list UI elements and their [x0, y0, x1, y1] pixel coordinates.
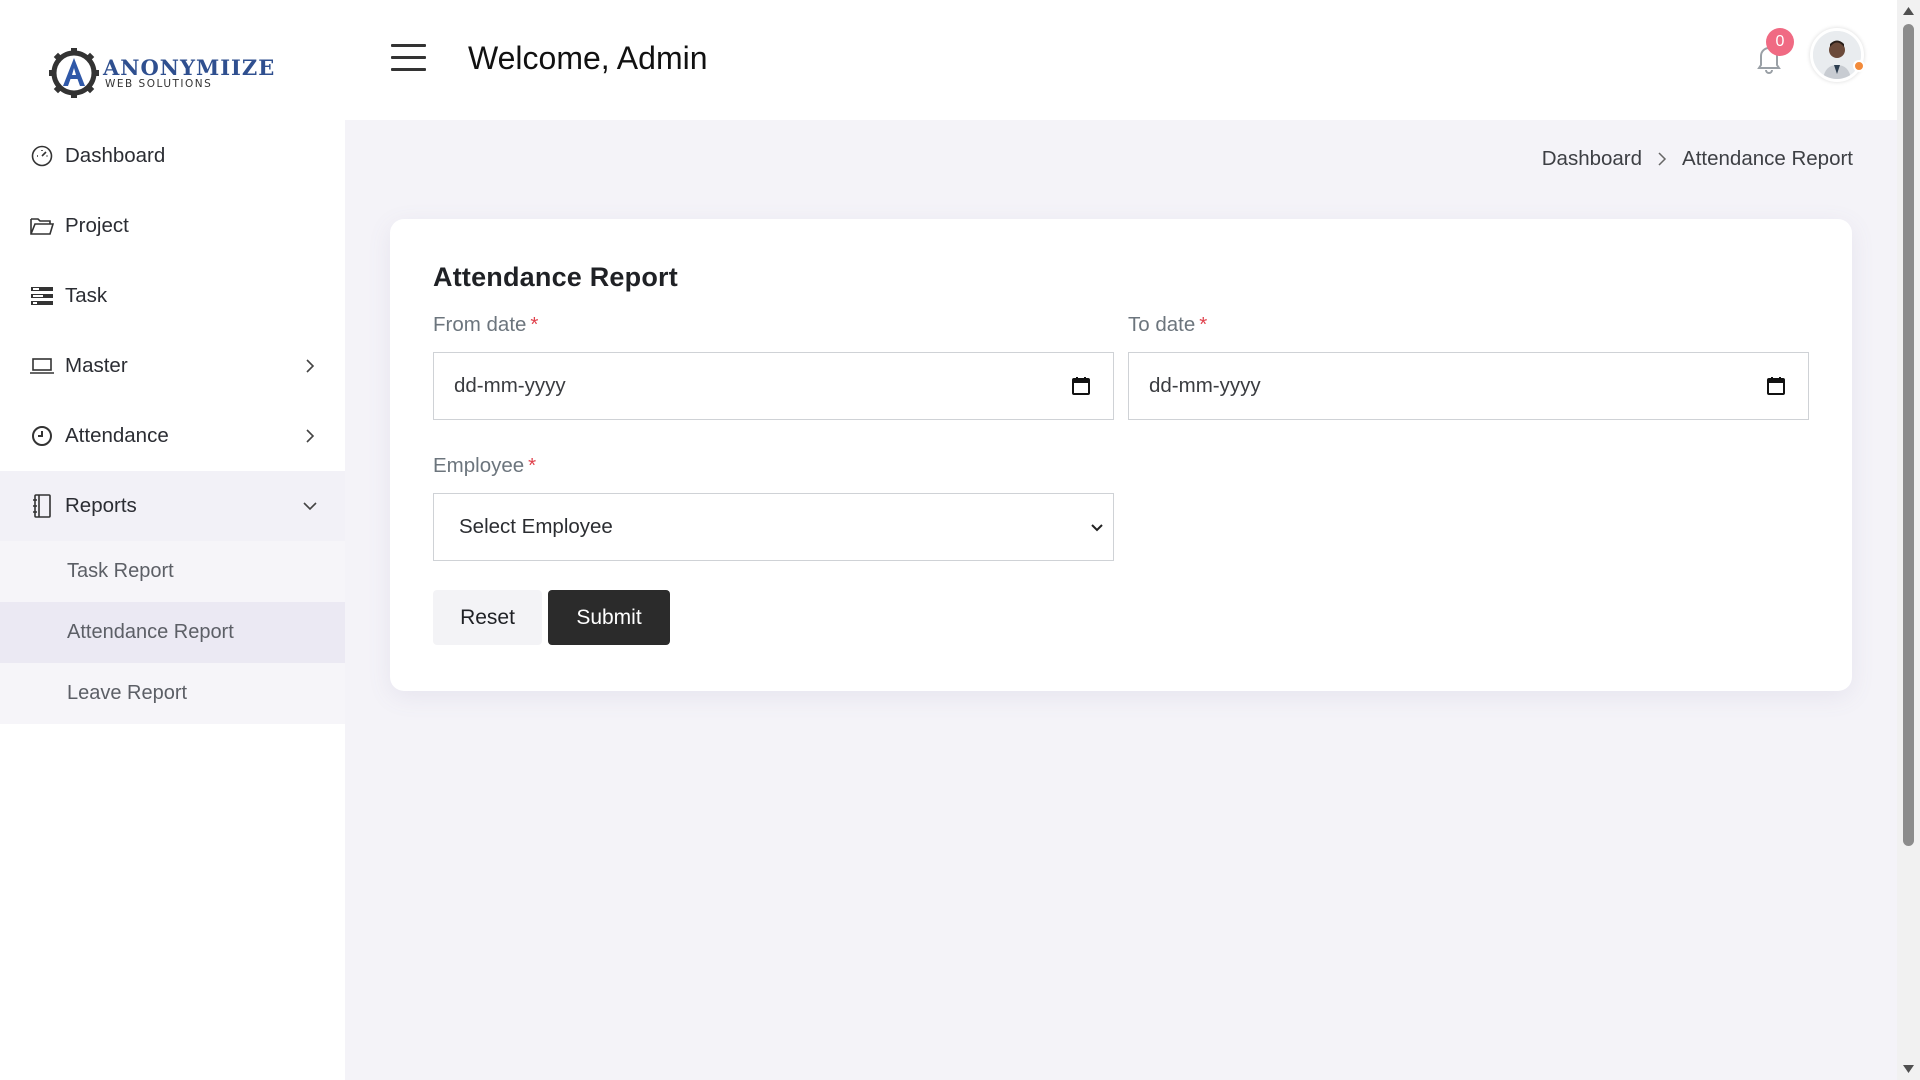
menu-toggle-icon[interactable] — [391, 44, 426, 74]
required-mark: * — [1199, 313, 1208, 336]
employee-label: Employee * — [433, 454, 536, 478]
from-date-label-text: From date — [433, 313, 527, 336]
employee-select[interactable]: Select Employee — [433, 493, 1114, 561]
company-logo[interactable]: ANONYMIIZE WEB SOLUTIONS — [47, 46, 275, 100]
reset-button[interactable]: Reset — [433, 590, 542, 645]
scroll-up-arrow-icon[interactable] — [1902, 6, 1915, 16]
avatar[interactable] — [1810, 28, 1864, 82]
chevron-down-icon — [1091, 524, 1103, 532]
sidebar-item-task[interactable]: Task — [0, 261, 345, 331]
status-dot — [1853, 60, 1865, 72]
notebook-icon — [29, 493, 55, 519]
attendance-report-card: Attendance Report From date * dd-mm-yyyy … — [390, 219, 1852, 691]
page-scrollbar[interactable] — [1897, 0, 1920, 1080]
clock-icon — [29, 423, 55, 449]
sidebar-subitem-label: Task Report — [67, 560, 174, 582]
folder-open-icon — [29, 213, 55, 239]
employee-select-value: Select Employee — [459, 515, 613, 538]
required-mark: * — [528, 454, 537, 477]
sidebar-subitem-task-report[interactable]: Task Report — [0, 541, 345, 602]
chevron-right-icon — [306, 429, 315, 443]
employee-label-text: Employee — [433, 454, 525, 477]
sidebar: ANONYMIIZE WEB SOLUTIONS Dashboard Proje… — [0, 0, 345, 1080]
laptop-icon — [29, 353, 55, 379]
sidebar-item-project[interactable]: Project — [0, 191, 345, 261]
from-date-input[interactable]: dd-mm-yyyy — [433, 352, 1114, 420]
breadcrumb-current: Attendance Report — [1682, 147, 1853, 170]
to-date-input[interactable]: dd-mm-yyyy — [1128, 352, 1809, 420]
dashboard-gauge-icon — [29, 143, 55, 169]
breadcrumb-dashboard-link[interactable]: Dashboard — [1542, 147, 1642, 171]
from-date-label: From date * — [433, 313, 538, 337]
sidebar-item-label: Attendance — [65, 424, 169, 447]
date-placeholder: dd-mm-yyyy — [454, 374, 566, 397]
sidebar-subitem-leave-report[interactable]: Leave Report — [0, 663, 345, 724]
sidebar-item-label: Dashboard — [65, 144, 166, 167]
required-mark: * — [530, 313, 539, 336]
date-placeholder: dd-mm-yyyy — [1149, 374, 1261, 397]
sidebar-subitem-attendance-report[interactable]: Attendance Report — [0, 602, 345, 663]
calendar-icon[interactable] — [1766, 376, 1786, 396]
scroll-down-arrow-icon[interactable] — [1902, 1064, 1915, 1074]
sidebar-item-label: Project — [65, 214, 129, 237]
notification-badge: 0 — [1766, 28, 1794, 56]
breadcrumb: Dashboard Attendance Report — [1542, 147, 1853, 171]
card-title: Attendance Report — [433, 262, 678, 292]
to-date-label-text: To date — [1128, 313, 1196, 336]
to-date-label: To date * — [1128, 313, 1207, 337]
sidebar-item-label: Reports — [65, 494, 137, 517]
logo-subtitle: WEB SOLUTIONS — [105, 77, 213, 90]
sidebar-item-dashboard[interactable]: Dashboard — [0, 121, 345, 191]
chevron-down-icon — [303, 502, 317, 511]
sidebar-item-label: Task — [65, 284, 108, 307]
chevron-right-icon — [1658, 152, 1667, 166]
sidebar-subitem-label: Attendance Report — [67, 621, 234, 643]
sidebar-item-attendance[interactable]: Attendance — [0, 401, 345, 471]
sidebar-item-master[interactable]: Master — [0, 331, 345, 401]
gear-logo-icon — [49, 48, 99, 98]
sidebar-subitem-label: Leave Report — [67, 682, 188, 704]
top-header: Welcome, Admin 0 — [345, 0, 1897, 120]
calendar-icon[interactable] — [1071, 376, 1091, 396]
sidebar-nav: Dashboard Project Task Master Attendance… — [0, 121, 345, 724]
task-list-icon — [29, 283, 55, 309]
sidebar-item-label: Master — [65, 354, 128, 377]
scroll-thumb[interactable] — [1903, 24, 1914, 846]
chevron-right-icon — [306, 359, 315, 373]
logo-name: ANONYMIIZE — [103, 54, 276, 80]
submit-button[interactable]: Submit — [548, 590, 670, 645]
sidebar-item-reports[interactable]: Reports — [0, 471, 345, 541]
welcome-title: Welcome, Admin — [468, 40, 708, 76]
